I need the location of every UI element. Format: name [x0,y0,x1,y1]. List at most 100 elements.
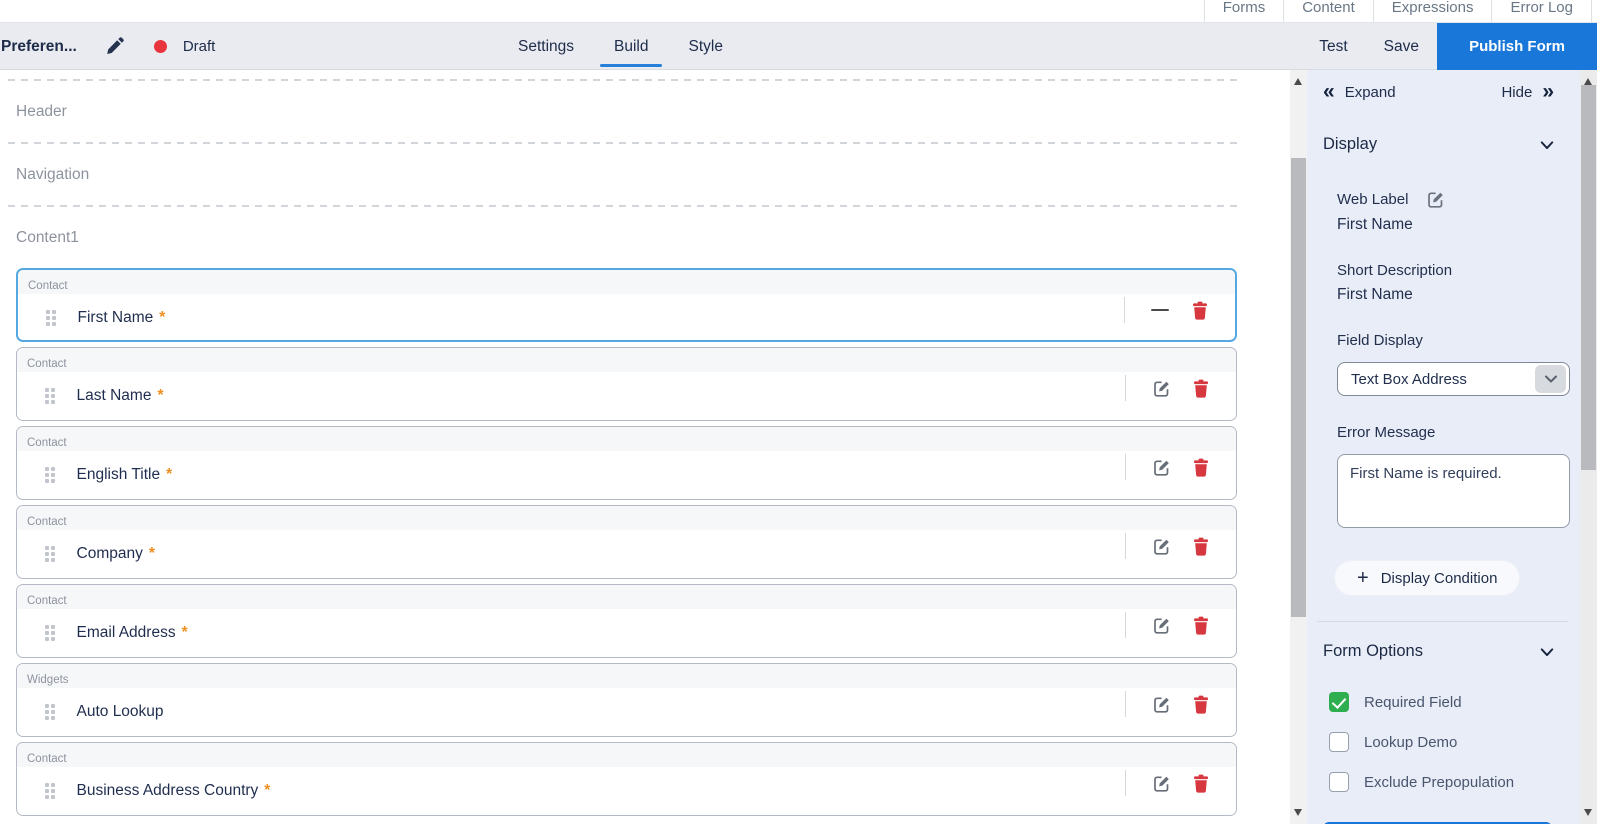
display-section-header[interactable]: Display [1323,135,1554,154]
field-card[interactable]: Contact First Name * [16,268,1237,342]
field-display-field: Field Display Text Box Address [1337,332,1556,396]
section-header[interactable]: Header [16,103,1290,121]
top-nav-tab[interactable]: Expressions [1373,0,1492,23]
trash-icon [1192,379,1210,398]
scroll-up-arrow-icon[interactable] [1584,78,1592,85]
drag-handle-icon[interactable] [45,467,55,483]
checkbox-icon[interactable] [1329,732,1349,752]
field-card[interactable]: Contact Company * [16,505,1237,579]
field-card-actions [1124,297,1213,323]
editor-mode-tab[interactable]: Style [668,23,742,70]
section-divider [8,79,1238,81]
form-name: Preferen... [1,38,77,56]
field-label: Business Address Country [77,782,259,800]
field-card[interactable]: Contact English Title * [16,426,1237,500]
short-description-label: Short Description [1337,262,1556,279]
dropdown-chevron-icon [1535,365,1566,393]
section-navigation[interactable]: Navigation [16,166,1290,184]
edit-square-icon [1152,537,1171,556]
field-category-label: Contact [27,753,67,765]
top-nav-tab[interactable]: Error Log [1491,0,1592,23]
edit-field-button[interactable] [1148,454,1174,480]
required-asterisk: * [182,624,188,642]
delete-field-button[interactable] [1188,612,1214,638]
checkbox-icon[interactable] [1329,772,1349,792]
canvas-scrollbar[interactable] [1290,70,1307,824]
edit-field-button[interactable] [1148,533,1174,559]
rename-form-button[interactable] [105,37,124,56]
field-display-dropdown[interactable]: Text Box Address [1337,362,1570,396]
double-chevron-left-icon: « [1323,82,1335,102]
checkbox-icon[interactable] [1329,692,1349,712]
pencil-icon [105,37,124,56]
add-display-condition-button[interactable]: + Display Condition [1335,561,1519,595]
scroll-down-arrow-icon[interactable] [1294,809,1302,816]
chevron-down-icon [1540,645,1554,659]
edit-field-button[interactable] [1148,691,1174,717]
required-asterisk: * [166,466,172,484]
panel-scrollbar-thumb[interactable] [1581,85,1596,470]
field-card[interactable]: Contact Business Address Country * [16,742,1237,816]
field-card[interactable]: Contact Last Name * [16,347,1237,421]
hide-panel-button[interactable]: Hide » [1501,82,1554,102]
field-card[interactable]: Contact Email Address * [16,584,1237,658]
drag-handle-icon[interactable] [45,546,55,562]
form-canvas: Header Navigation Content1 Contact First… [0,70,1290,824]
drag-handle-icon[interactable] [45,704,55,720]
save-button[interactable]: Save [1366,38,1437,56]
field-label: English Title [77,466,161,484]
drag-handle-icon[interactable] [45,783,55,799]
workspace: Header Navigation Content1 Contact First… [0,70,1597,824]
editor-mode-tab[interactable]: Build [594,23,668,70]
delete-field-button[interactable] [1188,375,1214,401]
edit-square-icon [1152,379,1171,398]
field-card-body: First Name * [18,294,1235,342]
drag-handle-icon[interactable] [45,625,55,641]
canvas-scrollbar-thumb[interactable] [1291,158,1306,617]
form-option-checkbox[interactable]: Exclude Prepopulation [1329,772,1556,792]
drag-handle-icon[interactable] [45,388,55,404]
editor-mode-tab[interactable]: Settings [498,23,594,70]
form-option-checkbox[interactable]: Lookup Demo [1329,732,1556,752]
test-button[interactable]: Test [1301,38,1365,56]
expand-panel-button[interactable]: « Expand [1323,82,1396,102]
section-content1[interactable]: Content1 [16,229,1290,247]
edit-field-button[interactable] [1148,770,1174,796]
web-label-value: First Name [1337,216,1556,234]
delete-field-button[interactable] [1187,297,1213,323]
field-label: Email Address [77,624,176,642]
field-category-label: Contact [27,595,67,607]
required-asterisk: * [264,782,270,800]
delete-field-button[interactable] [1188,454,1214,480]
field-label: Auto Lookup [77,703,164,721]
editor-mode-tabs: Settings Build Style [498,23,743,70]
scroll-down-arrow-icon[interactable] [1584,809,1592,816]
edit-square-icon [1152,616,1171,635]
scroll-up-arrow-icon[interactable] [1294,78,1302,85]
panel-scrollbar[interactable] [1580,70,1597,824]
delete-field-button[interactable] [1188,691,1214,717]
error-message-textarea[interactable]: First Name is required. [1337,454,1570,528]
minus-icon [1151,309,1169,312]
checkbox-label: Lookup Demo [1364,734,1457,751]
top-nav-tab[interactable]: Content [1283,0,1373,23]
delete-field-button[interactable] [1188,533,1214,559]
status-badge: Draft [154,38,216,55]
form-option-checkbox[interactable]: Required Field [1329,692,1556,712]
field-label: Last Name [77,387,152,405]
edit-field-button[interactable] [1148,375,1174,401]
web-label-label: Web Label [1337,191,1408,208]
collapse-field-button[interactable] [1147,297,1173,323]
field-card[interactable]: Widgets Auto Lookup [16,663,1237,737]
delete-field-button[interactable] [1188,770,1214,796]
edit-field-button[interactable] [1148,612,1174,638]
form-options-section-header[interactable]: Form Options [1323,642,1554,661]
drag-handle-icon[interactable] [46,310,56,326]
trash-icon [1192,695,1210,714]
plus-icon: + [1357,569,1369,587]
required-asterisk: * [159,309,165,327]
top-nav-tab[interactable]: Forms [1204,0,1284,23]
publish-form-button[interactable]: Publish Form [1437,23,1597,70]
edit-web-label-button[interactable] [1426,190,1445,209]
trash-icon [1192,774,1210,793]
